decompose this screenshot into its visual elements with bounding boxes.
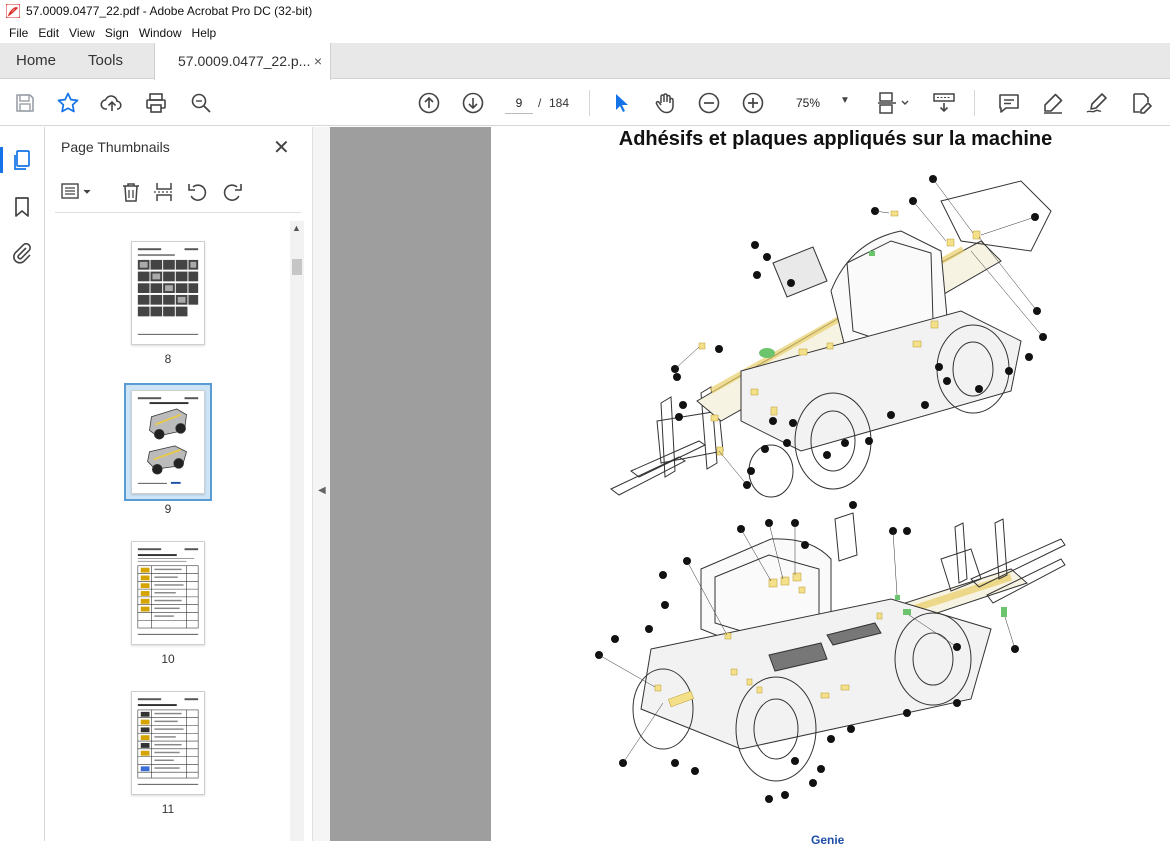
star-icon[interactable] <box>56 91 80 115</box>
window-title: 57.0009.0477_22.pdf - Adobe Acrobat Pro … <box>26 4 313 18</box>
attachment-icon[interactable] <box>10 241 34 265</box>
thumbnail-toolbar <box>55 173 301 213</box>
zoom-out-icon[interactable] <box>697 91 721 115</box>
page-fit-icon[interactable] <box>877 91 913 115</box>
tab-tools[interactable]: Tools <box>88 43 123 79</box>
menu-help[interactable]: Help <box>187 26 222 40</box>
rotate-right-icon[interactable] <box>221 181 243 203</box>
thumbnail-page-11[interactable] <box>131 691 205 795</box>
bookmark-icon[interactable] <box>10 195 34 219</box>
extract-pages-icon[interactable] <box>153 181 175 203</box>
thumbnail-label: 9 <box>164 502 172 516</box>
page-heading: Adhésifs et plaques appliqués sur la mac… <box>618 128 1053 150</box>
thumbnail-page-8[interactable] <box>131 241 205 345</box>
active-indicator <box>0 147 3 173</box>
thumbnail-scrollbar[interactable]: ▲ <box>290 221 304 841</box>
close-tab-icon[interactable]: × <box>314 43 322 79</box>
thumbnail-preview <box>137 248 199 335</box>
menu-view[interactable]: View <box>64 26 100 40</box>
thumbnail-label: 10 <box>161 652 175 666</box>
tab-document-label: 57.0009.0477_22.p... <box>178 53 311 69</box>
thumbnail-page-10[interactable] <box>131 541 205 645</box>
save-icon[interactable] <box>13 91 37 115</box>
tab-home[interactable]: Home <box>16 43 56 79</box>
panel-title: Page Thumbnails <box>61 139 170 155</box>
rotate-left-icon[interactable] <box>187 181 209 203</box>
tab-document[interactable]: 57.0009.0477_22.p... × <box>154 43 331 80</box>
scrollbar-thumb[interactable] <box>292 259 302 275</box>
find-icon[interactable] <box>189 91 213 115</box>
zoom-in-icon[interactable] <box>741 91 765 115</box>
telehandler-illustration-top <box>610 175 1052 498</box>
page-footer-logo-text: Genie <box>811 833 845 847</box>
menu-sign[interactable]: Sign <box>100 26 134 40</box>
chevron-down-icon: ▼ <box>840 95 850 106</box>
thumbnail-preview <box>137 397 199 484</box>
thumbnail-preview <box>137 698 199 785</box>
page-total: 184 <box>549 96 570 110</box>
delete-icon[interactable] <box>120 181 142 203</box>
telehandler-illustration-bottom <box>595 501 1066 803</box>
panel-splitter[interactable]: ◀ <box>312 127 330 841</box>
menu-edit[interactable]: Edit <box>33 26 64 40</box>
collapse-panel-icon[interactable]: ◀ <box>318 485 326 496</box>
thumbnail-label: 11 <box>161 802 175 816</box>
toolbar-divider <box>974 90 975 116</box>
print-icon[interactable] <box>144 91 168 115</box>
main-toolbar: / 184 75% ▼ <box>0 80 1170 126</box>
pdf-page: Adhésifs et plaques appliqués sur la mac… <box>491 127 1170 847</box>
zoom-value: 75% <box>796 96 821 110</box>
page-thumbnails-icon[interactable] <box>10 148 34 172</box>
tab-row: Home Tools 57.0009.0477_22.p... × <box>0 43 1170 80</box>
upload-icon[interactable] <box>100 91 124 115</box>
hand-icon[interactable] <box>653 91 677 115</box>
toolbar-divider <box>589 90 590 116</box>
document-view[interactable]: Adhésifs et plaques appliqués sur la mac… <box>330 127 1170 847</box>
scroll-mode-icon[interactable] <box>932 91 956 115</box>
menu-file[interactable]: File <box>4 26 33 40</box>
edit-pdf-icon[interactable] <box>1129 91 1153 115</box>
highlight-icon[interactable] <box>1041 91 1065 115</box>
prev-page-icon[interactable] <box>417 91 441 115</box>
menu-bar: File Edit View Sign Window Help <box>0 22 1170 43</box>
thumbnail-page-9[interactable] <box>131 390 205 494</box>
close-icon[interactable]: ✕ <box>273 135 290 160</box>
thumbnail-preview <box>137 548 199 635</box>
scroll-up-icon[interactable]: ▲ <box>292 223 301 233</box>
thumbnail-label: 8 <box>164 352 172 366</box>
options-menu-icon[interactable] <box>61 181 93 203</box>
comment-icon[interactable] <box>997 91 1021 115</box>
acrobat-app-icon <box>6 4 20 18</box>
navigation-rail <box>0 127 45 841</box>
next-page-icon[interactable] <box>461 91 485 115</box>
zoom-dropdown[interactable]: 75% ▼ <box>784 92 856 114</box>
page-separator: / <box>538 96 542 110</box>
menu-window[interactable]: Window <box>134 26 187 40</box>
sign-icon[interactable] <box>1085 91 1109 115</box>
page-thumbnails-panel: Page Thumbnails ✕ ▲ 8 9 10 11 <box>45 127 312 841</box>
page-number-input[interactable] <box>505 92 533 114</box>
select-arrow-icon[interactable] <box>609 91 633 115</box>
title-bar: 57.0009.0477_22.pdf - Adobe Acrobat Pro … <box>0 0 1170 22</box>
